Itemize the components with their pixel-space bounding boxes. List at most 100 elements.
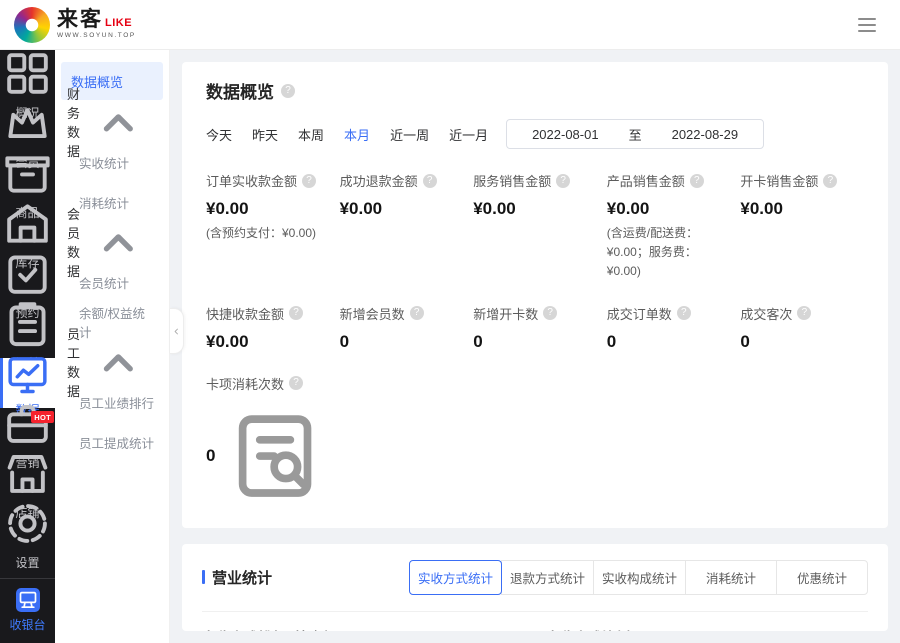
help-icon[interactable] — [690, 174, 704, 188]
hot-badge: HOT — [31, 411, 54, 423]
help-icon[interactable] — [556, 174, 570, 188]
goods-icon — [0, 146, 55, 201]
secondary-nav-label: 员工数据 — [67, 324, 80, 400]
primary-nav-label: 设置 — [15, 554, 39, 571]
data-icon — [3, 349, 52, 398]
stat-label: 新增会员数 — [340, 304, 405, 323]
stat-card: 快捷收款金额 ¥0.00 — [206, 304, 330, 352]
sidebar-collapse-handle[interactable] — [170, 308, 184, 354]
settings-icon — [0, 496, 55, 551]
stat-label: 产品销售金额 — [607, 171, 685, 190]
secondary-nav-item[interactable]: 员工数据 — [55, 342, 169, 382]
main-content: 数据概览 今天 昨天 本周 本月 近一周 — [170, 50, 900, 643]
primary-nav-item[interactable]: 设置 — [0, 508, 55, 558]
secondary-nav-item[interactable]: 财务数据 — [55, 102, 169, 142]
secondary-nav-label: 财务数据 — [67, 84, 80, 160]
stat-note: (含运费/配送费：¥0.00；服务费：¥0.00) — [607, 224, 731, 282]
booking-icon — [0, 246, 55, 301]
help-icon[interactable] — [677, 306, 691, 320]
secondary-nav-label: 员工提成统计 — [79, 433, 154, 452]
stat-value: ¥0.00 — [607, 199, 650, 219]
business-stats-card: 营业统计 实收方式统计 退款方式统计 实收构成统计 消耗统计 优惠统计 — [182, 544, 888, 631]
stat-label: 成交订单数 — [607, 304, 672, 323]
stat-value: 0 — [607, 332, 616, 352]
data-overview-card: 数据概览 今天 昨天 本周 本月 近一周 — [182, 62, 888, 528]
shop-icon — [0, 446, 55, 501]
chevron-left-icon — [170, 325, 183, 338]
secondary-nav-item[interactable]: 会员数据 — [55, 222, 169, 262]
stat-note: (含预约支付：¥0.00) — [206, 224, 330, 243]
stat-label: 开卡销售金额 — [740, 171, 818, 190]
stat-card: 卡项消耗次数 0 — [206, 374, 330, 510]
quick-range-link[interactable]: 近一周 — [390, 125, 429, 144]
secondary-sidebar: 数据概览 财务数据 实收统计 消耗统计 会员数据 — [55, 50, 170, 643]
stat-value: ¥0.00 — [340, 199, 383, 219]
stat-value: 0 — [340, 332, 349, 352]
stat-label: 快捷收款金额 — [206, 304, 284, 323]
secondary-nav-label: 会员数据 — [67, 204, 80, 280]
help-icon[interactable] — [281, 84, 295, 98]
stat-label: 服务销售金额 — [473, 171, 551, 190]
quick-range-links: 今天 昨天 本周 本月 近一周 近一月 — [206, 125, 488, 144]
primary-sidebar: 概况 会员 商品 库存 预约 — [0, 50, 55, 643]
sidebar-item-cashier[interactable]: 收银台 — [0, 578, 55, 643]
rank-title: 实收方式排行 (按金额) — [202, 628, 524, 631]
business-tab[interactable]: 实收方式统计 — [409, 560, 502, 595]
help-icon[interactable] — [543, 306, 557, 320]
report-icon[interactable] — [221, 402, 329, 510]
stats-grid: 订单实收款金额 ¥0.00 (含预约支付：¥0.00) 成功退款金额 — [206, 171, 864, 510]
inventory-icon — [0, 196, 55, 251]
quick-range-link[interactable]: 近一月 — [449, 125, 488, 144]
order-icon — [0, 296, 55, 351]
date-filter-row: 今天 昨天 本周 本月 近一周 近一月 2022-08-01 至 20 — [206, 119, 864, 149]
date-range-picker[interactable]: 2022-08-01 至 2022-08-29 — [506, 119, 764, 149]
marketing-icon — [0, 396, 55, 451]
help-icon[interactable] — [289, 306, 303, 320]
help-icon[interactable] — [289, 376, 303, 390]
stat-label: 订单实收款金额 — [206, 171, 297, 190]
stat-label: 卡项消耗次数 — [206, 374, 284, 393]
stat-label: 新增开卡数 — [473, 304, 538, 323]
chevron-up-icon — [80, 324, 157, 401]
stat-value: 0 — [740, 332, 749, 352]
quick-range-link[interactable]: 本周 — [298, 125, 324, 144]
stat-label: 成功退款金额 — [340, 171, 418, 190]
stat-card: 成交客次 0 — [740, 304, 864, 352]
date-start: 2022-08-01 — [532, 127, 599, 142]
stat-value: ¥0.00 — [740, 199, 783, 219]
stat-card: 产品销售金额 ¥0.00 (含运费/配送费：¥0.00；服务费：¥0.00) — [607, 171, 731, 282]
secondary-nav-item[interactable]: 员工提成统计 — [55, 422, 169, 462]
help-icon[interactable] — [423, 174, 437, 188]
stat-value: 0 — [206, 446, 215, 466]
business-tab[interactable]: 退款方式统计 — [501, 560, 594, 595]
stat-value: 0 — [473, 332, 482, 352]
business-tab[interactable]: 实收构成统计 — [593, 560, 686, 595]
section-title: 营业统计 — [212, 567, 272, 588]
menu-icon[interactable] — [856, 14, 878, 36]
business-tab[interactable]: 优惠统计 — [776, 560, 868, 595]
quick-range-link[interactable]: 今天 — [206, 125, 232, 144]
stat-card: 成交订单数 0 — [607, 304, 731, 352]
date-separator: 至 — [629, 125, 642, 144]
member-icon — [0, 96, 55, 151]
logo-site: WWW.SOYUN.TOP — [57, 33, 136, 40]
logo-icon — [14, 7, 50, 43]
secondary-nav-label: 员工业绩排行 — [79, 393, 154, 412]
top-header: 来客 LIKE WWW.SOYUN.TOP — [0, 0, 900, 50]
date-end: 2022-08-29 — [672, 127, 739, 142]
help-icon[interactable] — [823, 174, 837, 188]
stat-value: ¥0.00 — [206, 199, 249, 219]
business-tabs: 实收方式统计 退款方式统计 实收构成统计 消耗统计 优惠统计 — [410, 560, 868, 595]
stat-value: ¥0.00 — [473, 199, 516, 219]
help-icon[interactable] — [302, 174, 316, 188]
chevron-up-icon — [80, 204, 157, 281]
stat-card: 新增开卡数 0 — [473, 304, 597, 352]
ratio-title: 实收方式比例 — [546, 628, 868, 631]
quick-range-link[interactable]: 昨天 — [252, 125, 278, 144]
help-icon[interactable] — [797, 306, 811, 320]
secondary-nav-label: 实收统计 — [79, 153, 129, 172]
help-icon[interactable] — [410, 306, 424, 320]
business-tab[interactable]: 消耗统计 — [685, 560, 777, 595]
quick-range-link[interactable]: 本月 — [344, 125, 370, 144]
stat-card: 订单实收款金额 ¥0.00 (含预约支付：¥0.00) — [206, 171, 330, 282]
